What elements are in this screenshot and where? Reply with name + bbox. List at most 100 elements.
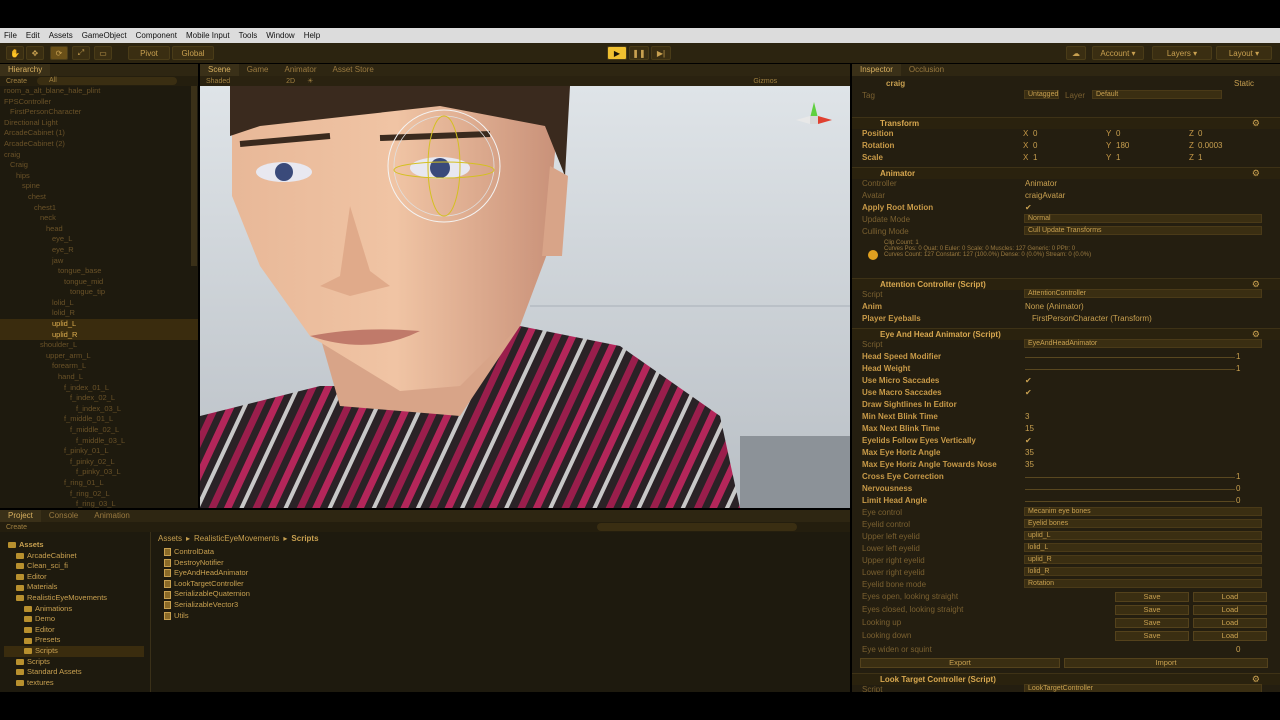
hierarchy-item[interactable]: ArcadeCabinet (1)	[0, 128, 198, 139]
update-mode-dropdown[interactable]: Normal	[1024, 214, 1262, 223]
scale-tool-button[interactable]: ⤢	[72, 46, 90, 60]
looktarget-script-field[interactable]: LookTargetController	[1024, 684, 1262, 692]
transform-y[interactable]: 0	[1116, 129, 1120, 138]
hierarchy-search-input[interactable]: All	[37, 77, 178, 85]
play-button[interactable]: ▶	[607, 46, 627, 60]
load-button[interactable]: Load	[1193, 592, 1267, 602]
transform-y[interactable]: 180	[1116, 141, 1129, 150]
file-item[interactable]: ControlData	[164, 547, 464, 558]
transform-z[interactable]: 0	[1198, 129, 1202, 138]
pivot-toggle[interactable]: Pivot	[128, 46, 170, 60]
scene-viewport[interactable]	[200, 86, 850, 508]
hierarchy-item[interactable]: f_pinky_03_L	[0, 467, 198, 478]
slider-value[interactable]: 1	[1236, 352, 1240, 361]
folder-item[interactable]: Clean_sci_fi	[4, 561, 144, 572]
folder-item[interactable]: RealisticEyeMovements	[4, 593, 144, 604]
hierarchy-item[interactable]: head	[0, 224, 198, 235]
menu-item-edit[interactable]: Edit	[26, 31, 40, 40]
transform-z[interactable]: 1	[1198, 153, 1202, 162]
attention-script-field[interactable]: AttentionController	[1024, 289, 1262, 298]
slider-value[interactable]: 1	[1236, 472, 1240, 481]
save-button[interactable]: Save	[1115, 618, 1189, 628]
tab-animation[interactable]: Animation	[86, 510, 138, 522]
menu-item-gameobject[interactable]: GameObject	[82, 31, 127, 40]
tag-dropdown[interactable]: Untagged	[1024, 90, 1059, 99]
hierarchy-item[interactable]: forearm_L	[0, 361, 198, 372]
hierarchy-item[interactable]: eye_L	[0, 234, 198, 245]
hierarchy-item[interactable]: spine	[0, 181, 198, 192]
breadcrumb-item[interactable]: RealisticEyeMovements	[194, 534, 279, 543]
transform-header[interactable]: Transform ⚙	[852, 117, 1280, 129]
hierarchy-item[interactable]: chest	[0, 192, 198, 203]
hierarchy-item[interactable]: eye_R	[0, 245, 198, 256]
avatar-field[interactable]: craigAvatar	[1025, 191, 1065, 200]
controller-field[interactable]: Animator	[1025, 179, 1057, 188]
hierarchy-item[interactable]: lolid_L	[0, 298, 198, 309]
lighting-icon[interactable]: ☀	[307, 77, 313, 85]
hierarchy-create-button[interactable]: Create	[6, 78, 27, 85]
step-button[interactable]: ▶|	[651, 46, 671, 60]
settings-gear-icon[interactable]: ⚙	[1252, 168, 1260, 179]
folder-item[interactable]: Scripts	[4, 645, 144, 657]
folder-item[interactable]: textures	[4, 678, 144, 689]
tab-console[interactable]: Console	[41, 510, 86, 522]
field-value[interactable]: 35	[1025, 460, 1034, 469]
hierarchy-item[interactable]: f_ring_01_L	[0, 478, 198, 489]
eyelid-bone-mode-dropdown[interactable]: Rotation	[1024, 579, 1262, 588]
hierarchy-item[interactable]: f_index_01_L	[0, 383, 198, 394]
player-eyeballs-field[interactable]: FirstPersonCharacter (Transform)	[1032, 314, 1152, 323]
file-item[interactable]: SerializableQuaternion	[164, 589, 464, 600]
menu-item-component[interactable]: Component	[136, 31, 177, 40]
export-button[interactable]: Export	[860, 658, 1060, 668]
project-create-button[interactable]: Create	[6, 524, 27, 531]
transform-x[interactable]: 0	[1033, 129, 1037, 138]
field-value[interactable]: ✔	[1025, 436, 1032, 445]
hierarchy-item[interactable]: room_a_alt_blane_hale_plint	[0, 86, 198, 97]
menu-item-assets[interactable]: Assets	[49, 31, 73, 40]
hierarchy-item[interactable]: f_middle_01_L	[0, 414, 198, 425]
hierarchy-item[interactable]: f_ring_03_L	[0, 499, 198, 508]
eyelid-bone-field[interactable]: lolid_R	[1024, 567, 1262, 576]
load-button[interactable]: Load	[1193, 618, 1267, 628]
hierarchy-item[interactable]: tongue_tip	[0, 287, 198, 298]
hierarchy-item[interactable]: tongue_mid	[0, 277, 198, 288]
load-button[interactable]: Load	[1193, 631, 1267, 641]
slider-value[interactable]: 1	[1236, 364, 1240, 373]
tab-scene[interactable]: Scene	[200, 64, 239, 76]
object-name-field[interactable]: craig	[886, 79, 905, 88]
field-value[interactable]: 15	[1025, 424, 1034, 433]
settings-gear-icon[interactable]: ⚙	[1252, 118, 1260, 129]
folder-item[interactable]: Presets	[4, 635, 144, 646]
hierarchy-item[interactable]: f_middle_02_L	[0, 425, 198, 436]
hierarchy-item[interactable]: lolid_R	[0, 308, 198, 319]
folder-item[interactable]: ArcadeCabinet	[4, 551, 144, 562]
hierarchy-item[interactable]: f_index_02_L	[0, 393, 198, 404]
field-value[interactable]: 3	[1025, 412, 1029, 421]
eyelid-bone-field[interactable]: uplid_R	[1024, 555, 1262, 564]
slider-value[interactable]: 0	[1236, 496, 1240, 505]
hierarchy-item[interactable]: Directional Light	[0, 118, 198, 129]
transform-x[interactable]: 0	[1033, 141, 1037, 150]
cloud-icon[interactable]: ☁	[1066, 46, 1086, 60]
eyelid-control-dropdown[interactable]: Eyelid bones	[1024, 519, 1262, 528]
file-item[interactable]: LookTargetController	[164, 579, 464, 590]
hierarchy-item[interactable]: Craig	[0, 160, 198, 171]
tab-asset-store[interactable]: Asset Store	[325, 64, 382, 76]
slider-track[interactable]	[1025, 369, 1235, 370]
apply-root-motion-checkbox[interactable]: ✔	[1025, 203, 1032, 212]
menu-item-window[interactable]: Window	[266, 31, 294, 40]
menu-item-mobile-input[interactable]: Mobile Input	[186, 31, 230, 40]
folder-item[interactable]: Scripts	[4, 657, 144, 668]
tab-hierarchy[interactable]: Hierarchy	[0, 64, 51, 76]
eyehead-script-field[interactable]: EyeAndHeadAnimator	[1024, 339, 1262, 348]
menu-item-file[interactable]: File	[4, 31, 17, 40]
eye-control-dropdown[interactable]: Mecanim eye bones	[1024, 507, 1262, 516]
gizmos-dropdown[interactable]: Gizmos	[753, 78, 777, 85]
folder-item[interactable]: Editor	[4, 572, 144, 583]
folder-item[interactable]: Materials	[4, 582, 144, 593]
transform-x[interactable]: 1	[1033, 153, 1037, 162]
slider-track[interactable]	[1025, 357, 1235, 358]
breadcrumb-item[interactable]: Assets	[158, 534, 182, 543]
static-toggle[interactable]: Static	[1234, 79, 1254, 88]
project-search-input[interactable]	[597, 523, 798, 531]
